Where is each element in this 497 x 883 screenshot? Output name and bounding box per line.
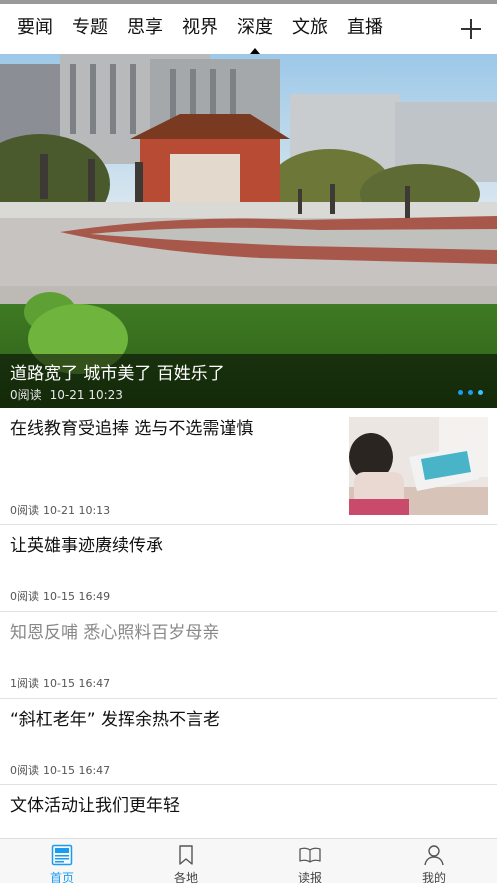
nav-label: 读报 (297, 871, 322, 883)
tab-shijie[interactable]: 视界 (182, 16, 218, 40)
news-meta: 0阅读 10-15 16:47 (10, 762, 114, 778)
home-newspaper-icon (51, 844, 73, 866)
news-item-4[interactable]: “斜杠老年” 发挥余热不言老 0阅读 10-15 16:47 (0, 699, 497, 785)
tab-yaowen[interactable]: 要闻 (17, 16, 53, 40)
nav-regions[interactable]: 各地 (124, 839, 248, 883)
news-title[interactable]: 让英雄事迹赓续传承 (10, 534, 163, 558)
nav-label: 我的 (421, 871, 446, 883)
news-item-1[interactable]: 在线教育受追捧 选与不选需谨慎 0阅读 10-21 10:13 (0, 408, 497, 525)
tab-shendu[interactable]: 深度 (237, 16, 273, 40)
nav-label: 各地 (173, 871, 198, 883)
timestamp: 10-15 16:47 (43, 677, 111, 690)
hero-carousel[interactable]: 道路宽了 城市美了 百姓乐了 0阅读 10-21 10:23 (0, 54, 497, 408)
timestamp: 10-21 10:13 (43, 504, 111, 517)
news-meta: 0阅读 10-21 10:13 (10, 502, 114, 518)
nav-profile[interactable]: 我的 (372, 839, 496, 883)
carousel-dot-active[interactable] (478, 390, 483, 395)
plus-icon[interactable] (458, 16, 484, 42)
news-item-5[interactable]: 文体活动让我们更年轻 (0, 785, 497, 838)
read-count: 0阅读 (10, 504, 39, 517)
open-book-icon (299, 847, 321, 863)
carousel-indicator (458, 390, 483, 395)
timestamp: 10-15 16:49 (43, 590, 111, 603)
news-title[interactable]: 文体活动让我们更年轻 (10, 794, 180, 818)
nav-label: 首页 (49, 871, 74, 883)
news-item-2[interactable]: 让英雄事迹赓续传承 0阅读 10-15 16:49 (0, 525, 497, 612)
news-meta: 0阅读 10-15 16:49 (10, 588, 114, 604)
read-count: 1阅读 (10, 677, 39, 690)
hero-timestamp: 10-21 10:23 (49, 388, 123, 402)
carousel-dot[interactable] (468, 390, 473, 395)
timestamp: 10-15 16:47 (43, 764, 111, 777)
read-count: 0阅读 (10, 590, 39, 603)
read-count: 0阅读 (10, 764, 39, 777)
news-title[interactable]: 在线教育受追捧 选与不选需谨慎 (10, 417, 253, 441)
nav-read-paper[interactable]: 读报 (248, 839, 372, 883)
hero-read-count: 0阅读 (10, 388, 42, 402)
tab-zhuanti[interactable]: 专题 (72, 16, 108, 40)
person-icon (424, 845, 444, 866)
channel-tabs: 要闻 专题 思享 视界 深度 文旅 直播 (0, 4, 497, 54)
news-title[interactable]: 知恩反哺 悉心照料百岁母亲 (10, 621, 219, 645)
news-item-3[interactable]: 知恩反哺 悉心照料百岁母亲 1阅读 10-15 16:47 (0, 612, 497, 699)
tab-wenlv[interactable]: 文旅 (292, 16, 328, 40)
nav-home[interactable]: 首页 (0, 839, 124, 883)
tab-sixiang[interactable]: 思享 (127, 16, 163, 40)
news-title[interactable]: “斜杠老年” 发挥余热不言老 (10, 708, 220, 732)
bookmark-icon (179, 845, 193, 865)
hero-meta: 0阅读 10-21 10:23 (10, 386, 131, 403)
hero-title[interactable]: 道路宽了 城市美了 百姓乐了 (10, 359, 225, 384)
carousel-dot[interactable] (458, 390, 463, 395)
news-meta: 1阅读 10-15 16:47 (10, 675, 114, 691)
bottom-nav: 首页 各地 读报 我的 (0, 838, 497, 883)
news-thumbnail (349, 417, 488, 515)
hero-caption: 道路宽了 城市美了 百姓乐了 0阅读 10-21 10:23 (0, 354, 497, 408)
tab-zhibo[interactable]: 直播 (347, 16, 383, 40)
